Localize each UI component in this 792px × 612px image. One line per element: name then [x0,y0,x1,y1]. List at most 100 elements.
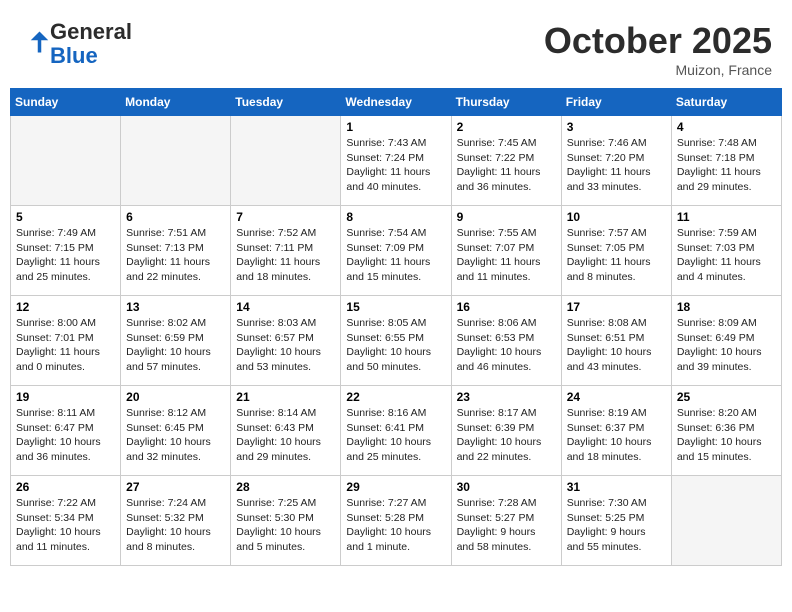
cell-info: Daylight: 11 hours and 25 minutes. [16,255,115,284]
cell-info: Daylight: 11 hours and 40 minutes. [346,165,445,194]
cell-info: Sunset: 5:30 PM [236,511,335,526]
day-number: 5 [16,210,115,224]
calendar-cell: 13Sunrise: 8:02 AMSunset: 6:59 PMDayligh… [121,296,231,386]
weekday-header-wednesday: Wednesday [341,89,451,116]
cell-info: Sunrise: 7:49 AM [16,226,115,241]
day-number: 29 [346,480,445,494]
day-number: 11 [677,210,776,224]
cell-info: Daylight: 10 hours and 50 minutes. [346,345,445,374]
cell-info: Sunrise: 8:20 AM [677,406,776,421]
day-number: 19 [16,390,115,404]
calendar-cell: 6Sunrise: 7:51 AMSunset: 7:13 PMDaylight… [121,206,231,296]
day-number: 15 [346,300,445,314]
cell-info: Sunset: 6:55 PM [346,331,445,346]
cell-info: Sunrise: 7:54 AM [346,226,445,241]
calendar-cell: 24Sunrise: 8:19 AMSunset: 6:37 PMDayligh… [561,386,671,476]
calendar-cell: 12Sunrise: 8:00 AMSunset: 7:01 PMDayligh… [11,296,121,386]
cell-info: Daylight: 11 hours and 8 minutes. [567,255,666,284]
cell-info: Sunset: 7:09 PM [346,241,445,256]
day-number: 23 [457,390,556,404]
calendar-cell: 25Sunrise: 8:20 AMSunset: 6:36 PMDayligh… [671,386,781,476]
weekday-header-monday: Monday [121,89,231,116]
calendar-cell: 8Sunrise: 7:54 AMSunset: 7:09 PMDaylight… [341,206,451,296]
day-number: 24 [567,390,666,404]
cell-info: Sunset: 6:45 PM [126,421,225,436]
calendar-cell: 16Sunrise: 8:06 AMSunset: 6:53 PMDayligh… [451,296,561,386]
cell-info: Daylight: 10 hours and 22 minutes. [457,435,556,464]
cell-info: Sunset: 7:24 PM [346,151,445,166]
location: Muizon, France [544,62,772,78]
weekday-header-sunday: Sunday [11,89,121,116]
weekday-header-friday: Friday [561,89,671,116]
logo-text: General Blue [50,20,132,68]
calendar-cell: 5 Sunrise: 7:49 AMSunset: 7:15 PMDaylight… [11,206,121,296]
cell-info: Sunset: 5:25 PM [567,511,666,526]
cell-info: Daylight: 10 hours and 25 minutes. [346,435,445,464]
day-number: 25 [677,390,776,404]
cell-info: Daylight: 9 hours and 55 minutes. [567,525,666,554]
calendar-cell: 27Sunrise: 7:24 AMSunset: 5:32 PMDayligh… [121,476,231,566]
day-number: 8 [346,210,445,224]
cell-info: Daylight: 11 hours and 4 minutes. [677,255,776,284]
cell-info: Daylight: 10 hours and 43 minutes. [567,345,666,374]
day-number: 1 [346,120,445,134]
cell-info: Sunset: 6:57 PM [236,331,335,346]
calendar-cell: 14Sunrise: 8:03 AMSunset: 6:57 PMDayligh… [231,296,341,386]
cell-info: Daylight: 11 hours and 18 minutes. [236,255,335,284]
cell-info: Sunrise: 7:59 AM [677,226,776,241]
cell-info: Sunrise: 8:03 AM [236,316,335,331]
calendar-cell: 30Sunrise: 7:28 AMSunset: 5:27 PMDayligh… [451,476,561,566]
cell-info: Sunrise: 8:08 AM [567,316,666,331]
cell-info: Sunrise: 7:51 AM [126,226,225,241]
calendar-cell: 9Sunrise: 7:55 AMSunset: 7:07 PMDaylight… [451,206,561,296]
cell-info: Sunrise: 8:19 AM [567,406,666,421]
calendar-cell: 4Sunrise: 7:48 AMSunset: 7:18 PMDaylight… [671,116,781,206]
cell-info: Sunset: 7:05 PM [567,241,666,256]
day-number: 21 [236,390,335,404]
cell-info: Sunrise: 8:06 AM [457,316,556,331]
day-number: 26 [16,480,115,494]
day-number: 13 [126,300,225,314]
cell-info: Sunset: 6:49 PM [677,331,776,346]
cell-info: Daylight: 11 hours and 33 minutes. [567,165,666,194]
cell-info: Daylight: 10 hours and 39 minutes. [677,345,776,374]
calendar-cell: 20Sunrise: 8:12 AMSunset: 6:45 PMDayligh… [121,386,231,476]
week-row-5: 26Sunrise: 7:22 AMSunset: 5:34 PMDayligh… [11,476,782,566]
cell-info: Sunset: 7:07 PM [457,241,556,256]
day-number: 2 [457,120,556,134]
cell-info: Sunset: 7:03 PM [677,241,776,256]
cell-info: Sunset: 7:13 PM [126,241,225,256]
cell-info: Sunrise: 8:12 AM [126,406,225,421]
cell-info: Daylight: 11 hours and 29 minutes. [677,165,776,194]
calendar-cell: 22Sunrise: 8:16 AMSunset: 6:41 PMDayligh… [341,386,451,476]
calendar-table: SundayMondayTuesdayWednesdayThursdayFrid… [10,88,782,566]
cell-info: Sunset: 7:01 PM [16,331,115,346]
weekday-header-tuesday: Tuesday [231,89,341,116]
calendar-cell: 11 Sunrise: 7:59 AMSunset: 7:03 PMDayligh… [671,206,781,296]
calendar-cell: 7Sunrise: 7:52 AMSunset: 7:11 PMDaylight… [231,206,341,296]
cell-info: Sunset: 6:59 PM [126,331,225,346]
cell-info: Daylight: 10 hours and 18 minutes. [567,435,666,464]
calendar-cell [231,116,341,206]
cell-info: Sunset: 7:15 PM [16,241,115,256]
cell-info: Sunrise: 7:22 AM [16,496,115,511]
calendar-cell: 31Sunrise: 7:30 AMSunset: 5:25 PMDayligh… [561,476,671,566]
week-row-3: 12Sunrise: 8:00 AMSunset: 7:01 PMDayligh… [11,296,782,386]
weekday-header-thursday: Thursday [451,89,561,116]
day-number: 7 [236,210,335,224]
day-number: 12 [16,300,115,314]
day-number: 9 [457,210,556,224]
cell-info: Daylight: 10 hours and 1 minute. [346,525,445,554]
calendar-cell [121,116,231,206]
cell-info: Sunrise: 7:43 AM [346,136,445,151]
cell-info: Sunset: 5:28 PM [346,511,445,526]
calendar-cell: 26Sunrise: 7:22 AMSunset: 5:34 PMDayligh… [11,476,121,566]
calendar-cell: 21Sunrise: 8:14 AMSunset: 6:43 PMDayligh… [231,386,341,476]
cell-info: Sunset: 6:39 PM [457,421,556,436]
cell-info: Daylight: 10 hours and 53 minutes. [236,345,335,374]
calendar-cell: 3Sunrise: 7:46 AMSunset: 7:20 PMDaylight… [561,116,671,206]
cell-info: Sunset: 6:53 PM [457,331,556,346]
calendar-cell: 1 Sunrise: 7:43 AMSunset: 7:24 PMDaylight… [341,116,451,206]
cell-info: Daylight: 10 hours and 11 minutes. [16,525,115,554]
page-header: General Blue October 2025 Muizon, France [10,10,782,83]
